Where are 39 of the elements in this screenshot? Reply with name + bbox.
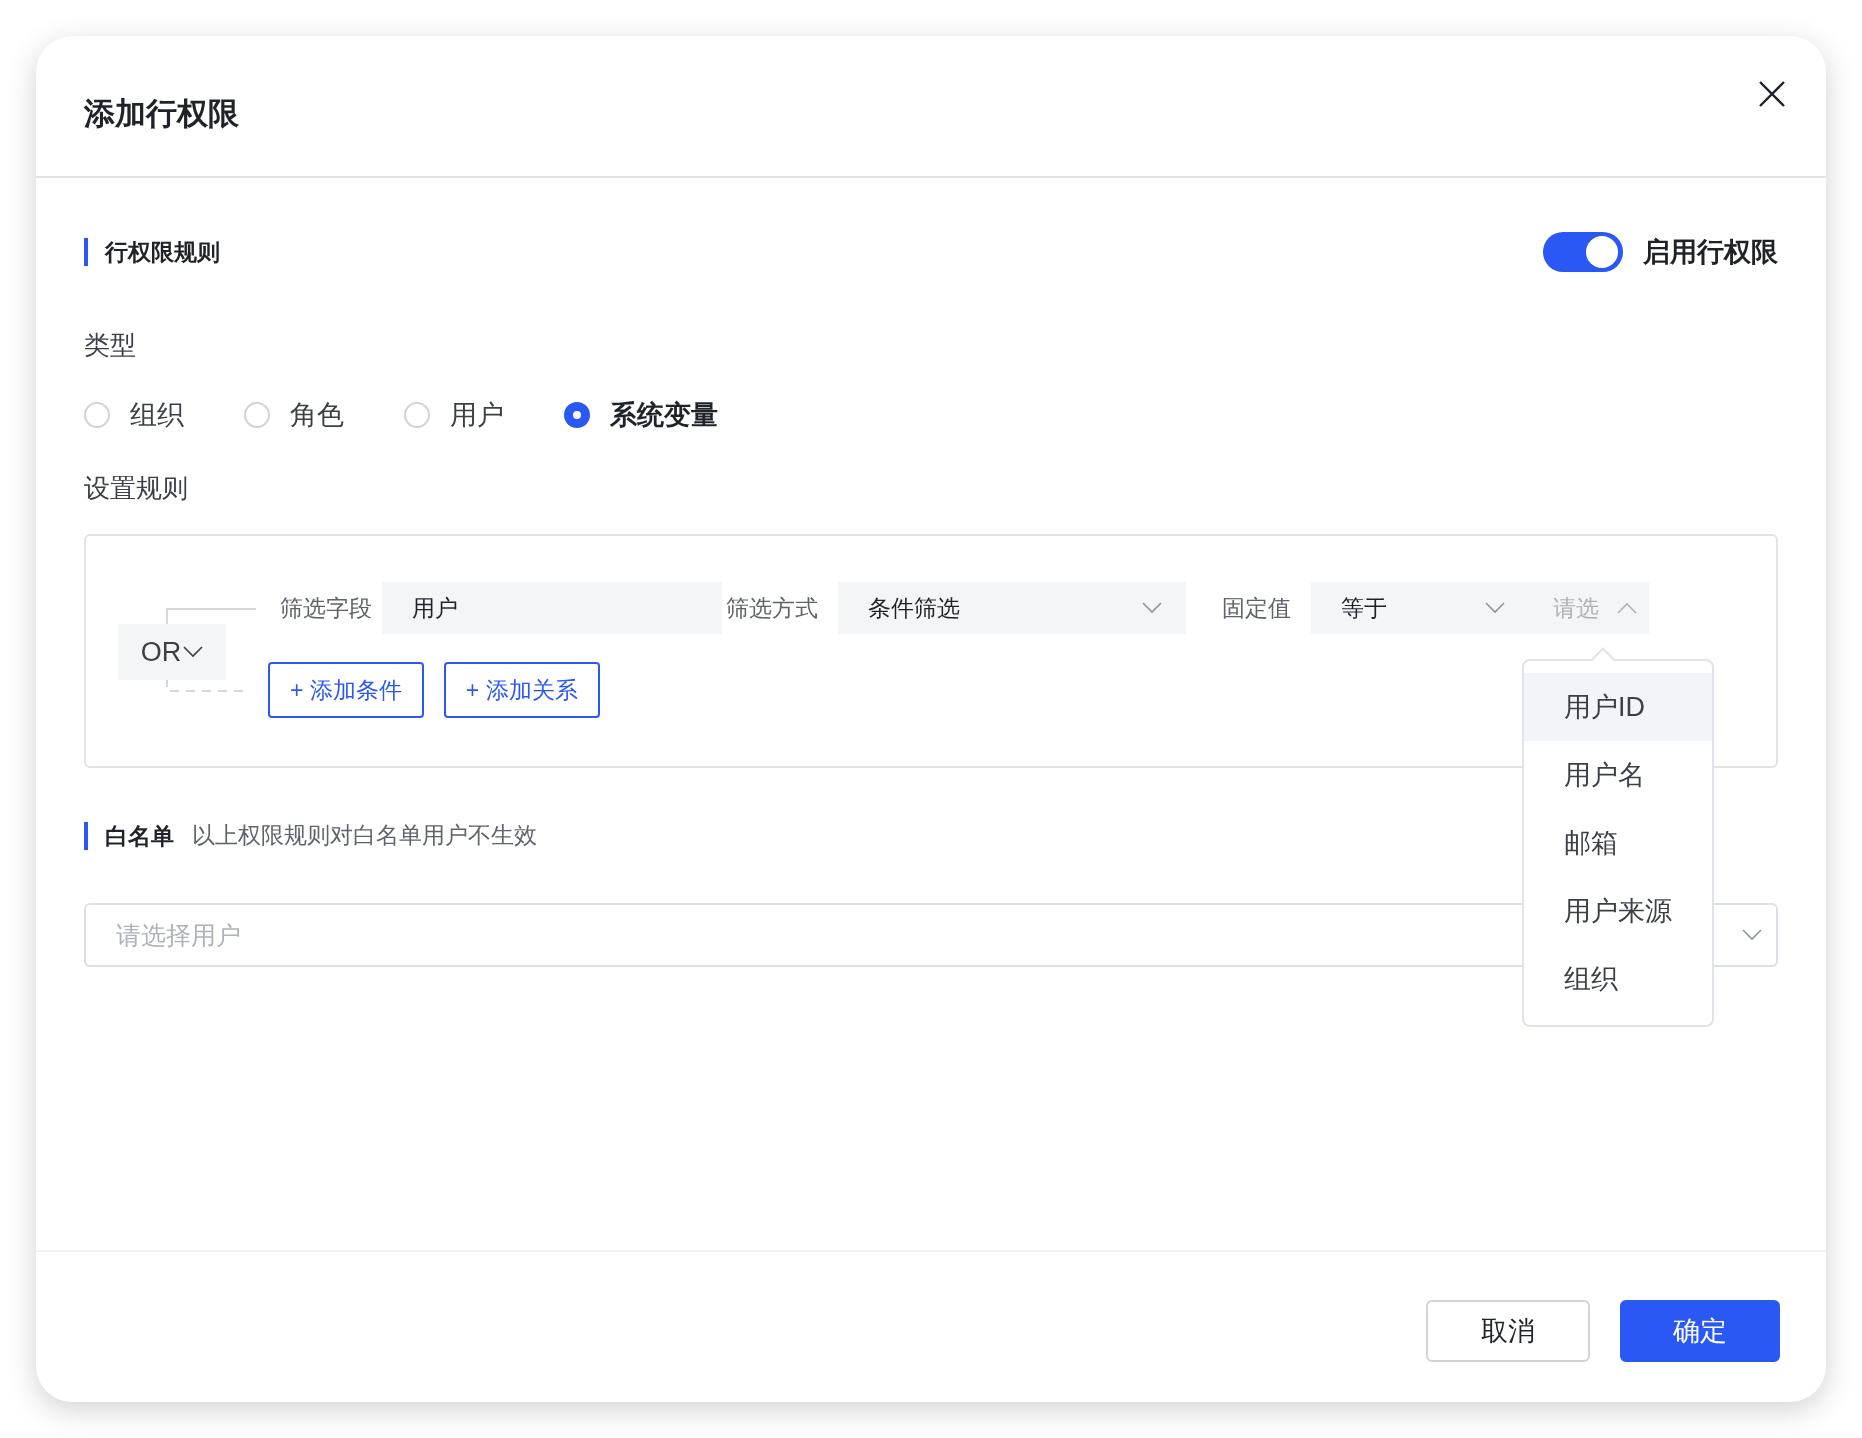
radio-label[interactable]: 组织 <box>130 397 184 433</box>
close-icon[interactable] <box>1758 80 1786 108</box>
chevron-down-icon <box>1142 602 1162 614</box>
section-heading: 白名单 <box>84 821 174 850</box>
confirm-button[interactable]: 确定 <box>1620 1300 1780 1362</box>
dropdown-option[interactable]: 用户ID <box>1524 673 1712 741</box>
radio-button[interactable] <box>564 402 590 428</box>
field-label: 筛选方式 <box>726 593 818 623</box>
toggle-label: 启用行权限 <box>1643 236 1778 269</box>
add-button[interactable]: + 添加关系 <box>443 662 600 718</box>
radio-button[interactable] <box>404 402 430 428</box>
relation-dropdown[interactable]: OR <box>118 624 226 680</box>
dropdown-option[interactable]: 用户名 <box>1524 741 1712 809</box>
radio-label[interactable]: 用户 <box>450 397 504 433</box>
field-value[interactable]: 用户 <box>382 582 722 634</box>
radio-label[interactable]: 系统变量 <box>610 397 718 433</box>
dropdown-option[interactable]: 组织 <box>1524 945 1712 1013</box>
add-button[interactable]: + 添加条件 <box>268 662 424 718</box>
radio-button[interactable] <box>84 402 110 428</box>
select-placeholder: 请选择用户 <box>116 919 241 951</box>
radio-label[interactable]: 角色 <box>290 397 344 433</box>
chevron-down-icon <box>1742 929 1762 941</box>
dialog-title: 添加行权限 <box>84 95 239 133</box>
dropdown-option[interactable]: 用户来源 <box>1524 877 1712 945</box>
field-label: 筛选字段 <box>280 593 372 623</box>
dropdown-option[interactable]: 邮箱 <box>1524 809 1712 877</box>
section-hint: 以上权限规则对白名单用户不生效 <box>192 821 537 850</box>
value-select[interactable]: 等于 请选 <box>1311 582 1649 634</box>
cancel-button[interactable]: 取消 <box>1426 1300 1590 1362</box>
method-select[interactable]: 条件筛选 <box>838 582 1186 634</box>
chevron-down-icon <box>1485 602 1505 614</box>
toggle-switch[interactable] <box>1543 232 1623 272</box>
field-label: 设置规则 <box>84 472 189 505</box>
chevron-down-icon <box>183 646 204 658</box>
section-heading: 行权限规则 <box>84 238 220 266</box>
field-label: 固定值 <box>1222 593 1291 623</box>
select-toggle[interactable] <box>1712 903 1778 967</box>
radio-button[interactable] <box>244 402 270 428</box>
field-label: 类型 <box>84 329 137 362</box>
